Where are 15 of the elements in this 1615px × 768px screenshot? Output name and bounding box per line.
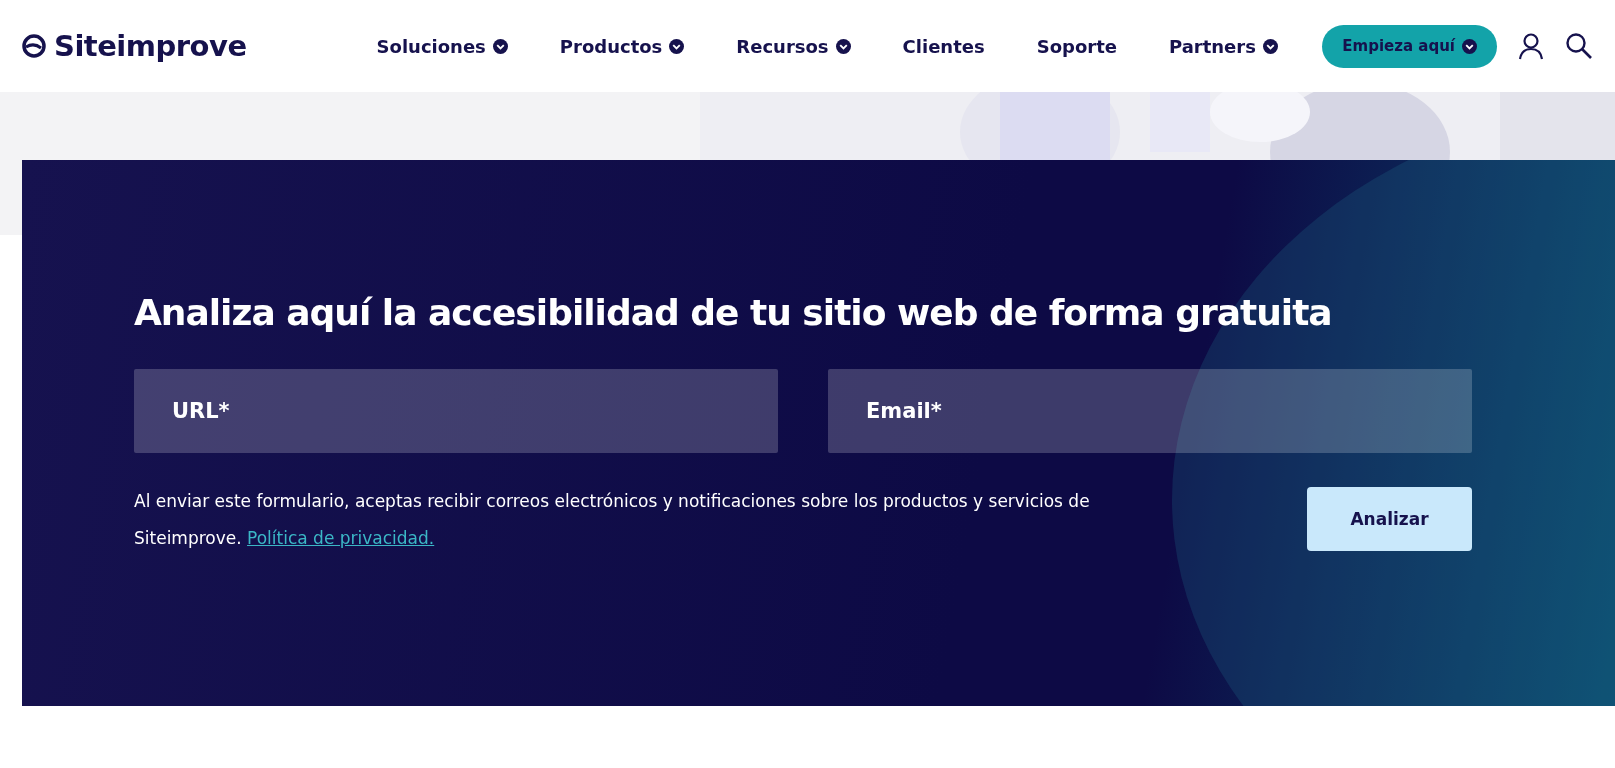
nav-link[interactable]: Soluciones xyxy=(376,35,508,57)
nav-link[interactable]: Productos xyxy=(559,35,685,57)
analyze-button[interactable]: Analizar xyxy=(1307,487,1472,551)
consent-text: Al enviar este formulario, aceptas recibir correos electrónicos y notificaciones sobre los productos y servicios de Siteimprove. Política de privacidad. xyxy=(134,490,1091,550)
start-button[interactable]: Empieza aquí xyxy=(1322,24,1497,68)
nav-link[interactable]: Clientes xyxy=(902,35,985,57)
privacy-link[interactable]: Política de privacidad. xyxy=(247,528,435,548)
nav-link[interactable]: Recursos xyxy=(736,35,851,57)
search-icon[interactable] xyxy=(1565,32,1593,60)
logo-text[interactable]: Siteimprove xyxy=(54,29,247,63)
form-title: Analiza aquí la accesibilidad de tu sitio web de forma gratuita xyxy=(134,292,1333,333)
user-icon[interactable] xyxy=(1517,32,1545,60)
nav-link[interactable]: Soporte xyxy=(1036,35,1117,57)
nav-link[interactable]: Partners xyxy=(1168,35,1278,57)
logo-icon xyxy=(22,34,46,58)
